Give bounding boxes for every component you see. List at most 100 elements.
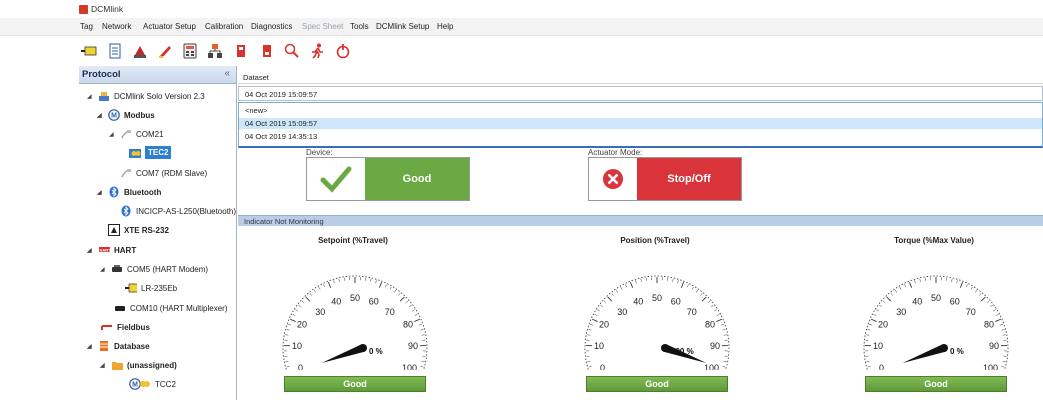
search-icon[interactable] xyxy=(283,42,301,60)
device-icon xyxy=(129,147,141,159)
tree-node-dcmlink-solo[interactable]: ◢ DCMlink Solo Version 2.3 xyxy=(87,90,205,102)
tree-node-tcc2[interactable]: M TCC2 xyxy=(129,378,176,390)
gauge-tick xyxy=(867,329,871,331)
database-icon xyxy=(98,340,110,352)
dataset-option[interactable]: 04 Oct 2019 15:09:57 xyxy=(239,118,1042,129)
gauge-tick xyxy=(876,309,879,312)
tag-red-icon[interactable] xyxy=(232,42,250,60)
gauge-tick xyxy=(295,309,298,312)
tree-node-com10[interactable]: COM10 (HART Multiplexer) xyxy=(114,302,228,314)
gauge-tick-label: 30 xyxy=(315,307,325,317)
gauge-dial: 0 10 20 30 40 50 60 70 80 90 100 0 % xyxy=(282,275,428,370)
gauge-tick xyxy=(687,284,689,288)
expand-arrow-icon[interactable]: ◢ xyxy=(109,131,117,138)
expand-arrow-icon[interactable]: ◢ xyxy=(97,189,105,196)
modem-icon xyxy=(111,263,123,275)
tree-node-modbus[interactable]: ◢ M Modbus xyxy=(97,109,155,121)
gauge-tick xyxy=(882,300,886,304)
gauge-tick xyxy=(587,360,591,363)
gauge-tick xyxy=(870,318,877,322)
toolbar xyxy=(0,36,1043,66)
tag-icon[interactable] xyxy=(80,42,98,60)
pen-icon[interactable] xyxy=(156,42,174,60)
port-icon xyxy=(120,167,132,179)
tree-node-com7[interactable]: COM7 (RDM Slave) xyxy=(120,167,207,179)
dataset-select[interactable]: 04 Oct 2019 15:09:57 xyxy=(238,86,1043,101)
gauge-tick xyxy=(591,318,598,322)
gauge-tick xyxy=(700,293,703,296)
svg-text:M: M xyxy=(132,382,138,389)
gauge-tick xyxy=(1001,366,1005,368)
tree-node-tec2[interactable]: TEC2 xyxy=(129,146,172,159)
actuator-icon[interactable] xyxy=(131,42,149,60)
gauge-tick xyxy=(301,300,305,304)
gauge-tick xyxy=(590,323,594,326)
menu-network[interactable]: Network xyxy=(102,22,131,31)
expand-arrow-icon[interactable]: ◢ xyxy=(87,247,95,254)
tree-node-bluetooth[interactable]: ◢ Bluetooth xyxy=(97,186,161,198)
indicator-bar: Indicator Not Monitoring xyxy=(238,215,1043,226)
gauge-tick xyxy=(399,296,405,302)
dataset-option[interactable]: 04 Oct 2019 14:35:13 xyxy=(239,131,1042,142)
menu-help[interactable]: Help xyxy=(437,22,453,31)
menu-tools[interactable]: Tools xyxy=(350,22,369,31)
menu-calibration[interactable]: Calibration xyxy=(205,22,243,31)
gauge-tick xyxy=(720,323,724,326)
folder-icon xyxy=(111,359,123,371)
gauge-tick xyxy=(722,366,726,368)
tree-node-lr235eb[interactable]: LR-235Eb xyxy=(125,282,177,294)
power-icon[interactable] xyxy=(334,42,352,60)
expand-arrow-icon[interactable]: ◢ xyxy=(87,343,95,350)
dataset-header: Dataset xyxy=(238,70,1043,84)
menu-spec-sheet[interactable]: Spec Sheet xyxy=(302,22,343,31)
expand-arrow-icon[interactable]: ◢ xyxy=(97,112,105,119)
gauge-tick xyxy=(904,284,906,288)
app-title: DCMlink xyxy=(91,4,124,14)
expand-arrow-icon[interactable]: ◢ xyxy=(100,362,108,369)
gauge-tick xyxy=(908,282,913,288)
expand-arrow-icon[interactable]: ◢ xyxy=(87,93,95,100)
multiplexer-icon xyxy=(114,302,126,314)
gauge-tick xyxy=(723,360,727,363)
runner-icon[interactable] xyxy=(308,42,326,60)
tree-node-fieldbus[interactable]: Fieldbus xyxy=(101,321,150,333)
expand-arrow-icon[interactable]: ◢ xyxy=(100,266,108,273)
tree-node-database[interactable]: ◢ Database xyxy=(87,340,150,352)
document-icon[interactable] xyxy=(106,42,124,60)
tree-node-xte-rs232[interactable]: XTE RS-232 xyxy=(108,224,169,236)
gauge-tick xyxy=(309,293,312,296)
gauge-tick xyxy=(956,280,958,284)
gauge-tick xyxy=(672,278,674,282)
gauge-tick xyxy=(414,314,418,316)
gauge-tick xyxy=(890,293,893,296)
calculator-icon[interactable] xyxy=(181,42,199,60)
network-icon[interactable] xyxy=(206,42,224,60)
gauge-tick xyxy=(640,278,642,282)
check-icon xyxy=(307,158,365,200)
tree-node-com5[interactable]: ◢ COM5 (HART Modem) xyxy=(100,263,208,275)
collapse-panel-button[interactable]: « xyxy=(224,68,230,79)
gauge-tick xyxy=(711,304,714,308)
menu-tag[interactable]: Tag xyxy=(80,22,93,31)
gauge-tick-label: 60 xyxy=(369,297,379,307)
gauge-tick xyxy=(866,360,870,363)
tree-node-hart[interactable]: ◢ HART HART xyxy=(87,244,136,256)
gauge-tick xyxy=(886,296,892,302)
gauge-tick xyxy=(680,282,685,288)
tree-node-com21[interactable]: ◢ COM21 xyxy=(109,128,164,140)
gauge-tick-label: 10 xyxy=(873,341,883,351)
gauge-position: Position (%Travel) 0 10 20 30 40 50 60 70 80 90 10… xyxy=(540,226,770,400)
gauge-status: Good xyxy=(284,376,426,392)
menu-diagnostics[interactable]: Diagnostics xyxy=(251,22,292,31)
gauge-title: Setpoint (%Travel) xyxy=(318,236,388,245)
tree-node-unassigned[interactable]: ◢ (unassigned) xyxy=(100,359,177,371)
dataset-option[interactable]: <new> xyxy=(239,105,1042,116)
gauge-tick xyxy=(620,286,623,290)
gauge-tick xyxy=(338,278,340,282)
tree-node-incicp[interactable]: INCICP-AS-L250(Bluetooth) xyxy=(120,205,236,217)
menu-actuator-setup[interactable]: Actuator Setup xyxy=(143,22,196,31)
menu-dcmlink-setup[interactable]: DCMlink Setup xyxy=(376,22,429,31)
tag-red-2-icon[interactable] xyxy=(258,42,276,60)
gauge-tick-label: 80 xyxy=(705,319,715,329)
gauge-tick xyxy=(587,334,591,336)
